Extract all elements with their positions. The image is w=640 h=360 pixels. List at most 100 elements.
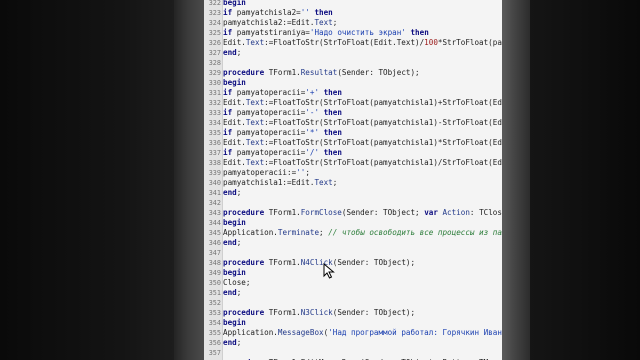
code-token: Application.	[223, 328, 278, 337]
code-text: begin	[223, 318, 246, 328]
code-line[interactable]: 353 procedure TForm1.N3Click(Sender: TObj…	[204, 308, 502, 318]
code-text: pamyatchisla1:=Edit.Text;	[223, 178, 337, 188]
code-text: pamyatchisla2:=Edit.Text;	[223, 18, 337, 28]
code-line[interactable]: 342	[204, 198, 502, 208]
code-text: end;	[223, 238, 241, 248]
code-line[interactable]: 333 if pamyatoperacii='-' then	[204, 108, 502, 118]
code-token: pamyatoperacii=	[232, 88, 306, 97]
code-line[interactable]: 350 Close;	[204, 278, 502, 288]
line-number: 344	[208, 219, 221, 227]
code-token: then	[410, 28, 429, 37]
code-line[interactable]: 323 if pamyatchisla2='' then	[204, 8, 502, 18]
code-line[interactable]: 326 Edit.Text:=FloatToStr(StrToFloat(Edit…	[204, 38, 502, 48]
line-number: 330	[208, 79, 221, 87]
code-line[interactable]: 341 end;	[204, 188, 502, 198]
code-token: pamyatchisla2=	[232, 8, 301, 17]
code-line[interactable]: 329 procedure TForm1.Resultat(Sender: TOb…	[204, 68, 502, 78]
code-token: end	[223, 238, 237, 247]
code-line[interactable]: 332 Edit.Text:=FloatToStr(StrToFloat(pamy…	[204, 98, 502, 108]
code-token: Text	[245, 138, 265, 147]
code-line[interactable]: 327 end;	[204, 48, 502, 58]
code-token: MessageBox	[277, 328, 324, 337]
line-number: 351	[208, 289, 221, 297]
code-token: Action	[442, 208, 470, 217]
code-token: Edit.	[223, 98, 246, 107]
code-line[interactable]: 352	[204, 298, 502, 308]
line-number: 324	[208, 19, 221, 27]
line-number: 336	[208, 139, 221, 147]
code-token: procedure	[223, 208, 265, 217]
code-token: ''	[300, 8, 310, 17]
code-line[interactable]: 336 Edit.Text:=FloatToStr(StrToFloat(pamy…	[204, 138, 502, 148]
code-token: pamyatchisla1:=Edit.	[223, 178, 315, 187]
code-token: begin	[223, 318, 246, 327]
code-token: :=FloatToStr(StrToFloat(pamyatchisla1)/S…	[264, 158, 502, 167]
line-number: 340	[208, 179, 221, 187]
code-token: pamyatstiraniya=	[232, 28, 310, 37]
line-number: 343	[208, 209, 221, 217]
right-background	[530, 0, 640, 360]
line-number: 356	[208, 339, 221, 347]
code-line[interactable]: 343 procedure TForm1.FormClose(Sender: TO…	[204, 208, 502, 218]
code-token: then	[323, 128, 342, 137]
code-token: Application.	[223, 228, 278, 237]
code-token: TForm1.	[264, 208, 301, 217]
code-line[interactable]: 346 end;	[204, 238, 502, 248]
code-token: ;	[305, 168, 310, 177]
code-line[interactable]: 339 pamyatoperacii:='';	[204, 168, 502, 178]
code-text: procedure TForm1.N3Click(Sender: TObject…	[223, 308, 415, 318]
code-line[interactable]: 347	[204, 248, 502, 258]
code-line[interactable]: 328	[204, 58, 502, 68]
code-line[interactable]: 356 end;	[204, 338, 502, 348]
code-token: if	[223, 8, 233, 17]
code-token: procedure	[223, 258, 265, 267]
line-number: 347	[208, 249, 221, 257]
code-line[interactable]: 355 Application.MessageBox('Над программо…	[204, 328, 502, 338]
code-token: '-'	[305, 108, 320, 117]
line-number: 322	[208, 0, 221, 7]
code-token: begin	[223, 218, 246, 227]
code-token: TForm1.	[264, 258, 301, 267]
line-number: 349	[208, 269, 221, 277]
code-line[interactable]: 337 if pamyatoperacii='/' then	[204, 148, 502, 158]
code-token: N3Click	[300, 308, 333, 317]
code-token: '+'	[305, 88, 320, 97]
line-number: 332	[208, 99, 221, 107]
code-token: // чтобы освободить все процессы из памя…	[328, 228, 502, 237]
code-token: (Sender: TObject);	[337, 68, 420, 77]
code-token: FormClose	[300, 208, 342, 217]
code-text: if pamyatoperacii='-' then	[223, 108, 342, 118]
code-text: Close;	[223, 278, 250, 288]
code-token: then	[314, 8, 333, 17]
code-line[interactable]: 335 if pamyatoperacii='*' then	[204, 128, 502, 138]
code-line[interactable]: 325 if pamyatstiraniya='Надо очистить экр…	[204, 28, 502, 38]
code-text: Edit.Text:=FloatToStr(StrToFloat(pamyatc…	[223, 138, 502, 148]
code-line[interactable]: 357	[204, 348, 502, 358]
code-line[interactable]: 331 if pamyatoperacii='+' then	[204, 88, 502, 98]
window-bezel-left	[174, 0, 204, 360]
code-line[interactable]: 334 Edit.Text:=FloatToStr(StrToFloat(pamy…	[204, 118, 502, 128]
code-line[interactable]: 338 Edit.Text:=FloatToStr(StrToFloat(pamy…	[204, 158, 502, 168]
code-line[interactable]: 324 pamyatchisla2:=Edit.Text;	[204, 18, 502, 28]
code-line[interactable]: 348 procedure TForm1.N4Click(Sender: TObj…	[204, 258, 502, 268]
line-number: 341	[208, 189, 221, 197]
code-line[interactable]: 340 pamyatchisla1:=Edit.Text;	[204, 178, 502, 188]
code-line[interactable]: 349 begin	[204, 268, 502, 278]
line-number: 357	[208, 349, 221, 357]
code-line[interactable]: 322 begin	[204, 0, 502, 8]
code-text: begin	[223, 0, 246, 8]
line-number: 355	[208, 329, 221, 337]
left-background	[0, 0, 174, 360]
code-line[interactable]: 345 Application.Terminate; // чтобы освоб…	[204, 228, 502, 238]
code-token: (Sender: TObject);	[332, 258, 416, 267]
code-token: Edit.	[223, 38, 246, 47]
line-number: 326	[208, 39, 221, 47]
code-line[interactable]: 351 end;	[204, 288, 502, 298]
code-line[interactable]: 344 begin	[204, 218, 502, 228]
code-token: '*'	[305, 128, 320, 137]
code-line[interactable]: 354 begin	[204, 318, 502, 328]
code-editor[interactable]: 322 begin 323 if pamyatchisla2='' then 324 pa…	[204, 0, 502, 360]
code-line[interactable]: 330 begin	[204, 78, 502, 88]
code-text: begin	[223, 268, 246, 278]
line-number: 338	[208, 159, 221, 167]
